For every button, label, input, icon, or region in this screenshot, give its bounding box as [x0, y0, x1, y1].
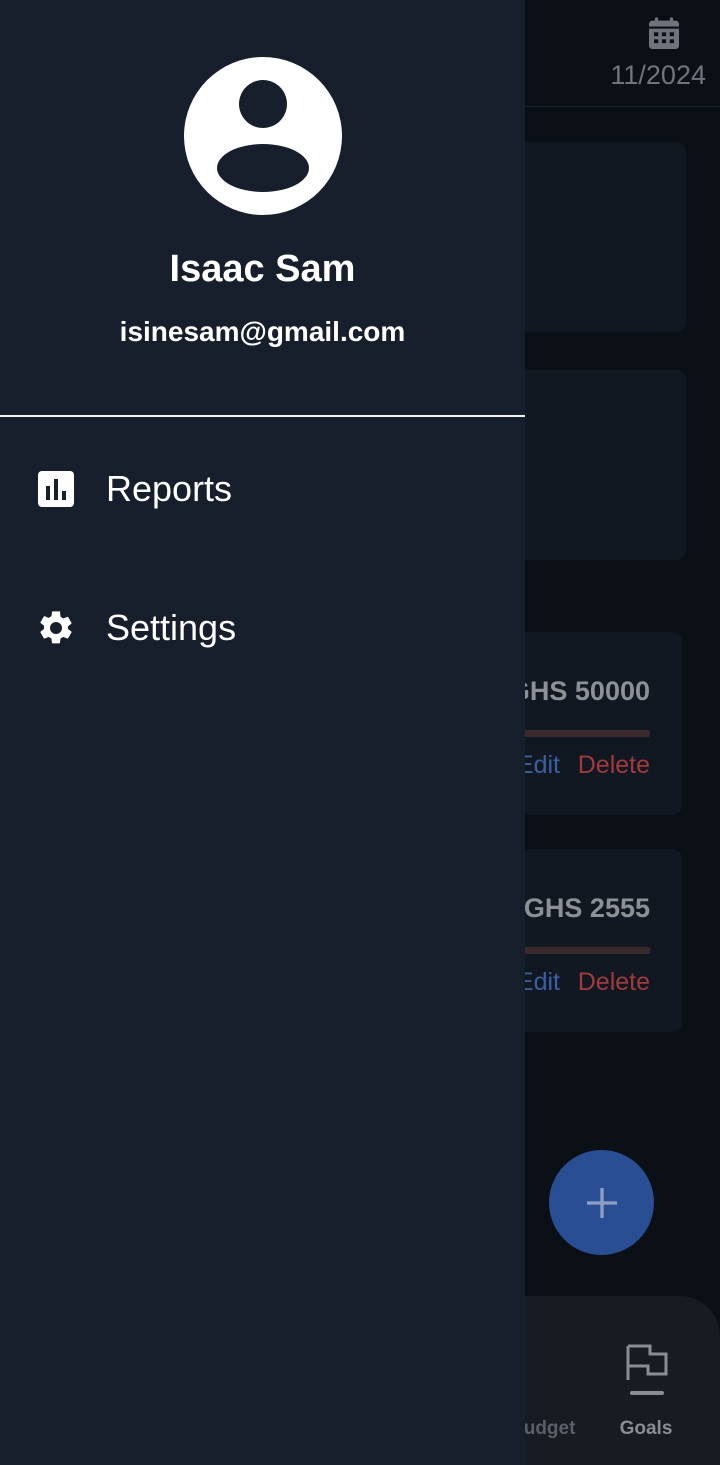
nav-item-goals-label: Goals	[619, 1418, 673, 1439]
drawer-item-reports[interactable]: Reports	[0, 441, 525, 537]
drawer-divider	[0, 415, 525, 417]
add-goal-button[interactable]	[549, 1150, 654, 1255]
profile-email: isinesam@gmail.com	[119, 316, 406, 347]
nav-item-goals[interactable]: Goals	[600, 1336, 692, 1446]
month-year-label[interactable]: 11/2024	[610, 60, 706, 91]
navigation-drawer: Isaac Sam isinesam@gmail.com Reports Set…	[0, 0, 525, 1465]
account-circle-icon	[184, 57, 342, 215]
calendar-icon[interactable]	[644, 14, 684, 54]
drawer-item-label: Reports	[106, 468, 233, 509]
plus-icon	[586, 1187, 617, 1218]
goal-target-amount: GHS 50000	[508, 676, 650, 706]
profile-name: Isaac Sam	[169, 248, 356, 290]
goal-target-amount: GHS 2555	[523, 893, 650, 923]
goal-delete-button[interactable]: Delete	[578, 968, 650, 997]
gear-icon	[40, 611, 72, 644]
bar-chart-icon	[38, 471, 74, 507]
drawer-item-label: Settings	[106, 607, 237, 648]
drawer-item-settings[interactable]: Settings	[0, 580, 525, 676]
flag-icon	[626, 1344, 668, 1395]
goal-delete-button[interactable]: Delete	[578, 751, 650, 780]
